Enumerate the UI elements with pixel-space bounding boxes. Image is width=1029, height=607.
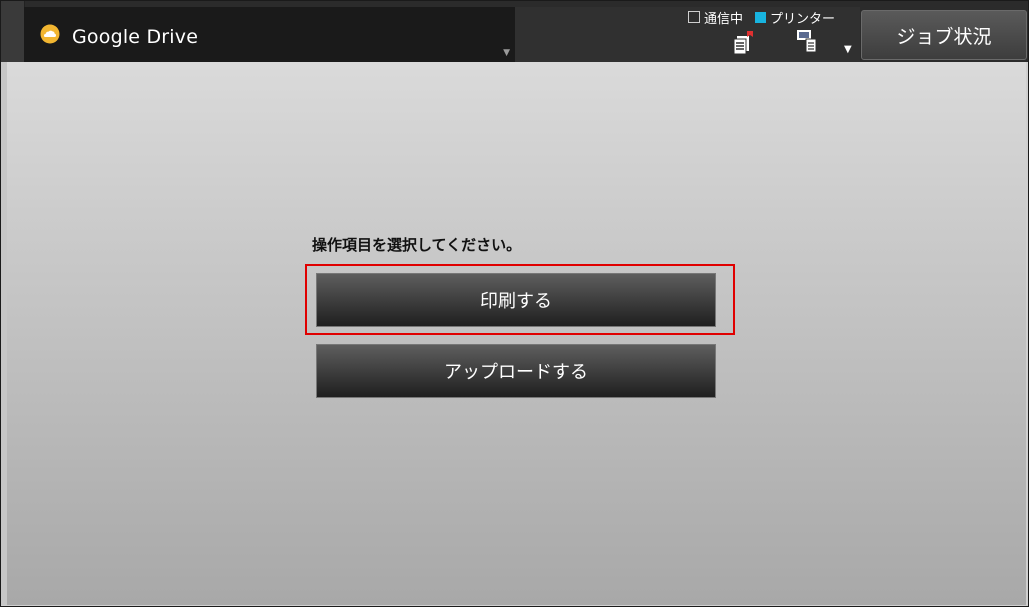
chevron-down-icon: ▼: [503, 48, 510, 58]
main-left-strip: [1, 62, 7, 605]
print-button[interactable]: 印刷する: [316, 273, 716, 327]
upload-button[interactable]: アップロードする: [316, 344, 716, 398]
scan-job-icon[interactable]: [795, 28, 821, 54]
status-dropdown-icon[interactable]: ▼: [844, 44, 852, 55]
communicating-label: 通信中: [704, 11, 744, 27]
printer-indicator: [755, 11, 767, 23]
top-bar: Google Drive ▼ 通信中 プリンター ▼ ジョブ状況: [1, 1, 1028, 62]
top-left-strip: [1, 1, 25, 62]
cloud-icon: [40, 24, 60, 44]
status-legend: 通信中 プリンター: [688, 9, 836, 27]
app-title-area[interactable]: Google Drive ▼: [24, 7, 515, 62]
communicating-indicator: [688, 11, 700, 23]
status-area: 通信中 プリンター ▼: [515, 7, 860, 62]
printer-label: プリンター: [770, 11, 836, 27]
job-status-button[interactable]: ジョブ状況: [861, 10, 1027, 60]
print-job-icon[interactable]: [731, 29, 757, 55]
app-title: Google Drive: [72, 26, 199, 48]
main-panel: 操作項目を選択してください。 印刷する アップロードする: [1, 62, 1026, 605]
instruction-text: 操作項目を選択してください。: [312, 236, 522, 254]
